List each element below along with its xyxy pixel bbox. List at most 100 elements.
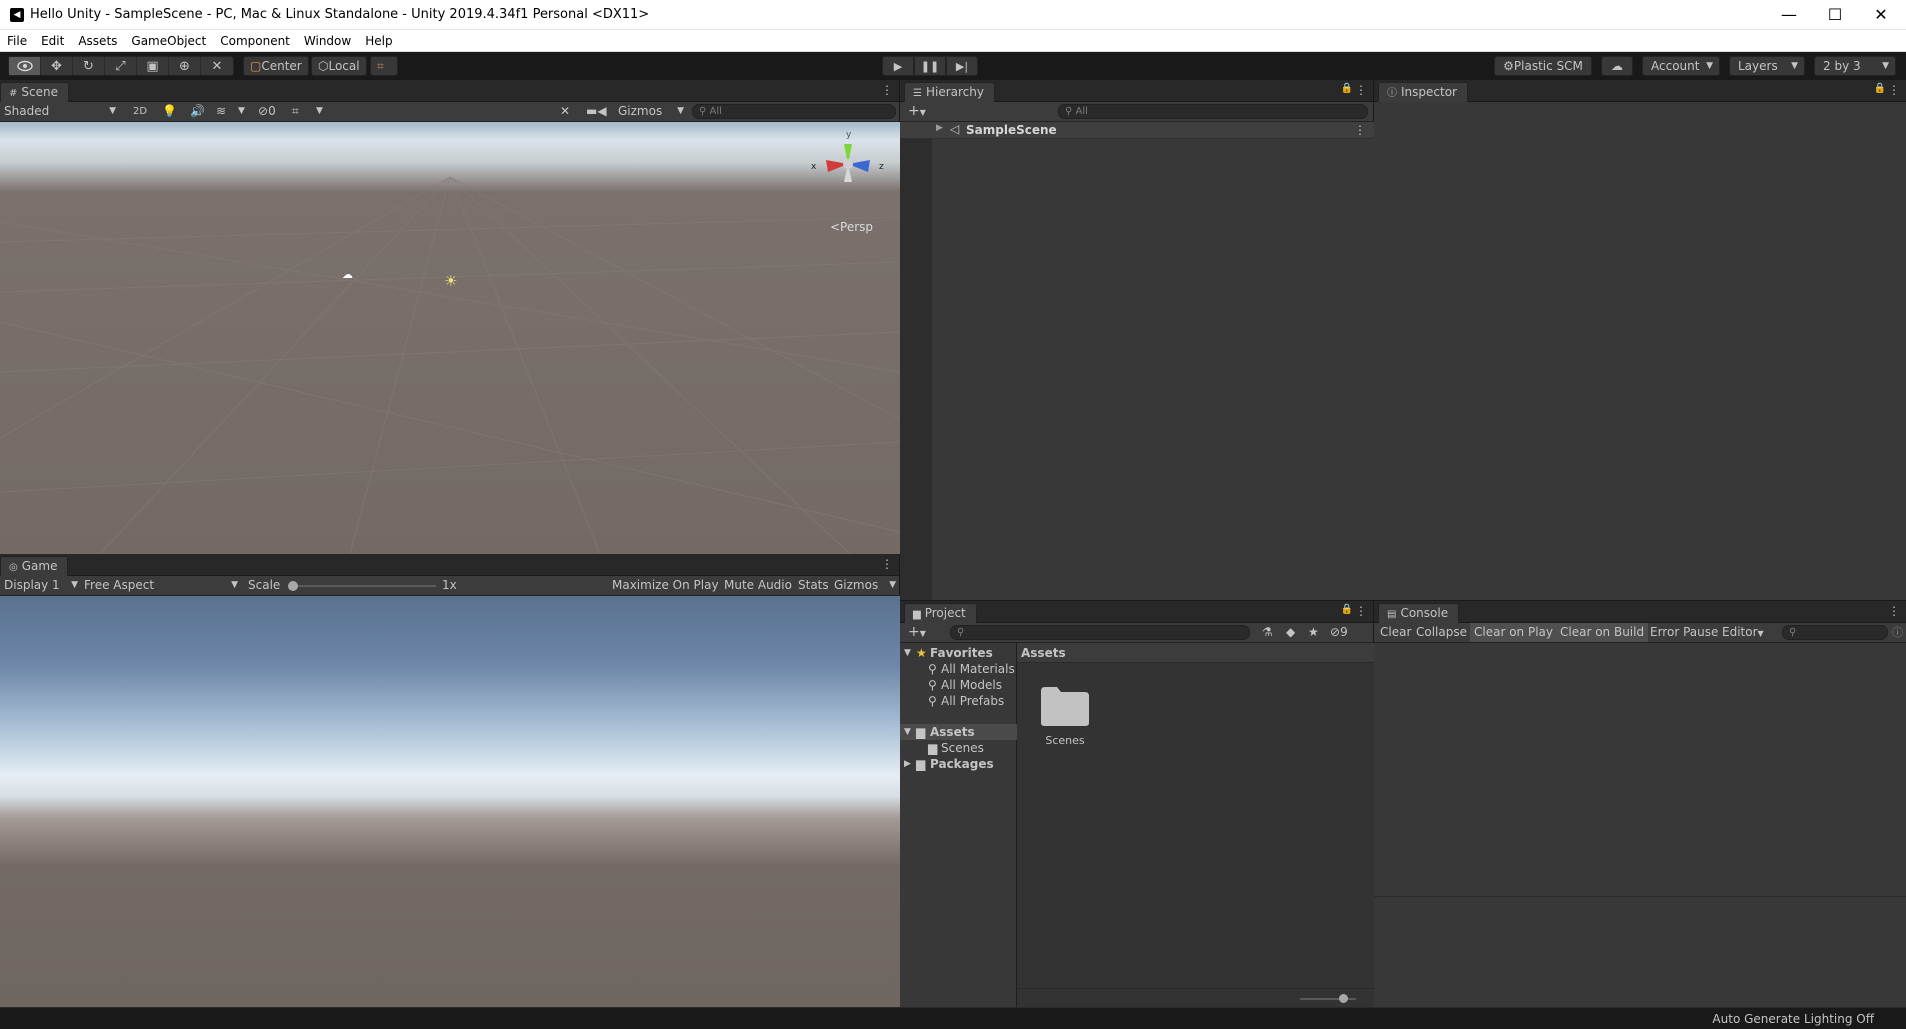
play-button[interactable]: ▶ xyxy=(882,56,914,76)
menu-assets[interactable]: Assets xyxy=(71,30,124,52)
perspective-label[interactable]: <Persp xyxy=(830,220,873,234)
tree-favorites[interactable]: ▼ ★ Favorites xyxy=(900,645,1017,661)
step-button[interactable]: ▶| xyxy=(946,56,978,76)
favorite-star-icon[interactable]: ★ xyxy=(1308,623,1319,642)
transform-tool-icon[interactable]: ⊕ xyxy=(169,57,201,75)
tree-scenes[interactable]: ▆ Scenes xyxy=(900,740,1017,756)
menu-edit[interactable]: Edit xyxy=(34,30,71,52)
lock-icon[interactable]: 🔒 xyxy=(1874,83,1886,94)
maximize-button[interactable]: ☐ xyxy=(1812,0,1858,30)
tab-inspector[interactable]: ⓘ Inspector xyxy=(1378,82,1468,102)
draw-mode-dropdown[interactable]: Shaded ▼ xyxy=(4,102,118,121)
search-by-label-icon[interactable]: ◆ xyxy=(1286,623,1295,642)
space-toggle[interactable]: ⬡Local xyxy=(311,56,367,76)
hierarchy-scene-row[interactable]: ▶ ◁ SampleScene ⋮ xyxy=(900,122,1374,139)
view-tool-icon[interactable] xyxy=(9,57,41,75)
menu-gameobject[interactable]: GameObject xyxy=(124,30,213,52)
editor-dropdown[interactable]: Editor▼ xyxy=(1718,623,1768,642)
expand-arrow-icon[interactable]: ▼ xyxy=(904,724,911,740)
rect-tool-icon[interactable]: ▣ xyxy=(137,57,169,75)
error-pause-toggle[interactable]: Error Pause xyxy=(1646,623,1722,642)
panel-menu-icon[interactable]: ⋮ xyxy=(1888,604,1900,618)
panel-menu-icon[interactable]: ⋮ xyxy=(1888,83,1900,97)
lighting-icon[interactable]: 💡 xyxy=(162,102,177,121)
pivot-toggle[interactable]: ▢Center xyxy=(243,56,309,76)
create-dropdown[interactable]: +▼ xyxy=(908,623,926,642)
aspect-dropdown[interactable]: Free Aspect ▼ xyxy=(84,576,238,595)
scale-slider[interactable] xyxy=(288,576,436,595)
tree-fav-materials[interactable]: ⚲ All Materials xyxy=(900,661,1017,677)
account-dropdown[interactable]: Account ▼ xyxy=(1642,56,1720,76)
tab-hierarchy[interactable]: ☰ Hierarchy xyxy=(904,82,995,102)
row-menu-icon[interactable]: ⋮ xyxy=(1354,123,1366,137)
panel-menu-icon[interactable]: ⋮ xyxy=(1355,604,1367,618)
tab-project[interactable]: ▆ Project xyxy=(904,603,977,623)
layers-dropdown[interactable]: Layers ▼ xyxy=(1729,56,1805,76)
tree-fav-models[interactable]: ⚲ All Models xyxy=(900,677,1017,693)
grid-snap-icon[interactable]: ⌗ xyxy=(370,56,398,76)
chevron-down-icon[interactable]: ▼ xyxy=(316,102,323,121)
slider-thumb[interactable] xyxy=(1339,994,1348,1003)
hidden-packages-toggle[interactable]: ⊘9 xyxy=(1330,623,1348,642)
project-search-input[interactable]: ⚲ xyxy=(950,625,1250,640)
scene-search-input[interactable]: ⚲ All xyxy=(692,104,896,119)
mode-2d-toggle[interactable]: 2D xyxy=(128,102,152,121)
minimize-button[interactable]: — xyxy=(1766,0,1812,30)
layout-dropdown[interactable]: 2 by 3 ▼ xyxy=(1814,56,1896,76)
hidden-objects-toggle[interactable]: ⊘0 xyxy=(258,102,276,121)
stats-toggle[interactable]: Stats xyxy=(796,576,831,595)
orientation-gizmo[interactable]: y x z xyxy=(808,130,888,194)
tab-game[interactable]: ◎ Game xyxy=(0,556,69,576)
lighting-status[interactable]: Auto Generate Lighting Off xyxy=(1712,1012,1874,1026)
scene-viewport[interactable]: ☁ ☀ y x z <Persp xyxy=(0,122,900,554)
menu-help[interactable]: Help xyxy=(358,30,399,52)
clear-on-build-toggle[interactable]: Clear on Build xyxy=(1556,623,1649,642)
panel-menu-icon[interactable]: ⋮ xyxy=(1355,83,1367,97)
camera-gizmo-icon[interactable]: ☁ xyxy=(342,268,353,281)
lock-icon[interactable]: 🔒 xyxy=(1341,83,1353,94)
hierarchy-search-input[interactable]: ⚲ All xyxy=(1058,104,1368,119)
light-gizmo-icon[interactable]: ☀ xyxy=(444,272,457,290)
audio-icon[interactable]: 🔊 xyxy=(190,102,205,121)
gizmos-dropdown[interactable]: Gizmos ▼ xyxy=(618,102,684,121)
expand-arrow-icon[interactable]: ▼ xyxy=(904,645,911,661)
pause-button[interactable]: ❚❚ xyxy=(914,56,946,76)
menu-component[interactable]: Component xyxy=(213,30,297,52)
game-viewport[interactable] xyxy=(0,596,900,1007)
scale-tool-icon[interactable]: ⤢ xyxy=(105,57,137,75)
breadcrumb-item[interactable]: Assets xyxy=(1021,646,1066,660)
rotate-tool-icon[interactable]: ↻ xyxy=(73,57,105,75)
tab-scene[interactable]: # Scene xyxy=(0,82,69,102)
cloud-icon[interactable]: ☁ xyxy=(1601,56,1633,76)
slider-thumb[interactable] xyxy=(288,581,298,591)
game-gizmos-dropdown[interactable]: Gizmos ▼ xyxy=(834,576,896,595)
mute-audio-toggle[interactable]: Mute Audio xyxy=(722,576,794,595)
asset-folder-scenes[interactable]: Scenes xyxy=(1039,683,1091,755)
expand-arrow-icon[interactable]: ▶ xyxy=(936,123,943,133)
clear-on-play-toggle[interactable]: Clear on Play xyxy=(1470,623,1557,642)
info-count-icon[interactable]: ⓘ xyxy=(1892,623,1903,642)
panel-menu-icon[interactable]: ⋮ xyxy=(881,557,893,571)
tree-assets[interactable]: ▼ ▆ Assets xyxy=(900,724,1017,740)
tools-icon[interactable]: ✕ xyxy=(560,102,570,121)
menu-file[interactable]: File xyxy=(0,30,34,52)
collapse-toggle[interactable]: Collapse xyxy=(1412,623,1471,642)
display-dropdown[interactable]: Display 1 ▼ xyxy=(4,576,78,595)
effects-icon[interactable]: ≋ xyxy=(216,102,226,121)
tree-packages[interactable]: ▶ ▆ Packages xyxy=(900,756,1017,772)
console-search-input[interactable]: ⚲ xyxy=(1782,625,1888,640)
create-dropdown[interactable]: +▼ xyxy=(908,102,926,121)
camera-icon[interactable]: ▬◀ xyxy=(586,102,607,121)
custom-tool-icon[interactable]: ✕ xyxy=(201,57,233,75)
panel-menu-icon[interactable]: ⋮ xyxy=(881,83,893,97)
tab-console[interactable]: ▤ Console xyxy=(1378,603,1460,623)
maximize-on-play-toggle[interactable]: Maximize On Play xyxy=(610,576,721,595)
chevron-down-icon[interactable]: ▼ xyxy=(238,102,245,121)
close-button[interactable]: ✕ xyxy=(1858,0,1904,30)
expand-arrow-icon[interactable]: ▶ xyxy=(904,756,911,772)
move-tool-icon[interactable]: ✥ xyxy=(41,57,73,75)
clear-button[interactable]: Clear xyxy=(1376,623,1415,642)
search-by-type-icon[interactable]: ⚗ xyxy=(1262,623,1273,642)
plastic-scm-button[interactable]: ⚙Plastic SCM xyxy=(1494,56,1592,76)
lock-icon[interactable]: 🔒 xyxy=(1341,604,1353,615)
